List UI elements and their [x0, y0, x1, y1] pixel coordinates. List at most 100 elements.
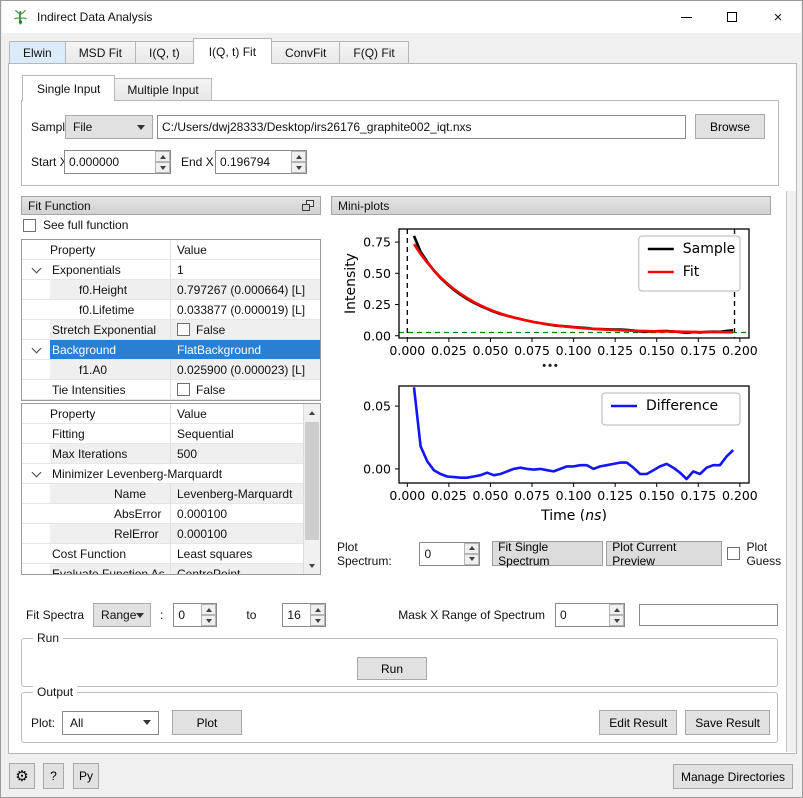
value-checkbox[interactable] — [177, 383, 190, 396]
tab-msd-fit[interactable]: MSD Fit — [66, 41, 136, 64]
table-row[interactable]: Max Iterations 500 — [22, 444, 303, 464]
plot-splitter-handle[interactable]: ••• — [331, 360, 771, 372]
fit-preview-plot[interactable]: 0.0000.0250.0500.0750.1000.1250.1500.175… — [337, 222, 771, 358]
svg-text:Intensity: Intensity — [343, 253, 359, 314]
table-row[interactable]: f0.Height 0.797267 (0.000664) [L] — [22, 280, 320, 300]
table-row[interactable]: RelError 0.000100 — [22, 524, 303, 544]
scroll-up-icon[interactable] — [304, 404, 320, 421]
table-row[interactable]: Cost Function Least squares — [22, 544, 303, 564]
table-row[interactable]: Tie Intensities False — [22, 380, 320, 400]
spin-down-icon[interactable] — [609, 615, 624, 626]
svg-text:0.05: 0.05 — [363, 399, 391, 414]
table-row-selected[interactable]: Background FlatBackground — [22, 340, 320, 360]
mask-spectrum-spinbox[interactable]: 0 — [555, 603, 625, 627]
plot-spectrum-spinbox[interactable]: 0 — [419, 542, 480, 566]
fit-single-spectrum-button[interactable]: Fit Single Spectrum — [492, 541, 603, 566]
fit-spectra-mode-combo[interactable]: Range — [93, 603, 151, 627]
plot-current-preview-button[interactable]: Plot Current Preview — [606, 541, 722, 566]
maximize-button[interactable] — [709, 1, 755, 33]
python-export-button[interactable]: Py — [73, 763, 99, 789]
table-row[interactable]: Stretch Exponential False — [22, 320, 320, 340]
browse-button[interactable]: Browse — [695, 114, 765, 139]
mini-plots-header: Mini-plots — [331, 196, 771, 215]
table-row[interactable]: Evaluate Function As CentrePoint — [22, 564, 303, 574]
fit-settings-table: Property Value Fitting Sequential Max It… — [21, 403, 321, 575]
tab-iqt-fit[interactable]: I(Q, t) Fit — [193, 38, 272, 64]
start-x-spinbox[interactable]: 0.000000 — [64, 150, 171, 174]
manage-directories-button[interactable]: Manage Directories — [673, 764, 793, 789]
svg-text:0.00: 0.00 — [363, 328, 391, 343]
value-checkbox[interactable] — [177, 323, 190, 336]
chevron-expanded-icon[interactable] — [31, 263, 41, 273]
float-dock-icon[interactable] — [302, 200, 314, 211]
table-row[interactable]: AbsError 0.000100 — [22, 504, 303, 524]
spin-down-icon[interactable] — [201, 615, 216, 626]
run-group-label: Run — [33, 631, 63, 645]
svg-text:Fit: Fit — [683, 264, 700, 280]
fit-spectra-mode-value: Range — [101, 608, 136, 622]
plot-guess-checkbox[interactable] — [727, 547, 740, 560]
spin-down-icon[interactable] — [291, 162, 306, 173]
spin-down-icon[interactable] — [155, 162, 170, 173]
plot-guess-label: Plot Guess — [746, 540, 802, 568]
svg-text:0.075: 0.075 — [514, 488, 550, 503]
close-button[interactable]: × — [755, 1, 801, 33]
see-full-function-checkbox[interactable] — [23, 219, 36, 232]
svg-text:Sample: Sample — [683, 241, 736, 257]
svg-text:0.075: 0.075 — [514, 343, 550, 358]
spectra-from-value: 0 — [174, 604, 201, 626]
spin-up-icon[interactable] — [201, 604, 216, 615]
svg-text:0.50: 0.50 — [363, 266, 391, 281]
mantid-logo-icon — [12, 9, 29, 26]
output-plot-combo[interactable]: All — [62, 711, 159, 735]
table-row[interactable]: Name Levenberg-Marquardt — [22, 484, 303, 504]
sample-type-combo[interactable]: File — [65, 115, 153, 139]
tab-single-input[interactable]: Single Input — [22, 75, 115, 101]
table-row[interactable]: Fitting Sequential — [22, 424, 303, 444]
scroll-down-icon[interactable] — [304, 557, 320, 574]
plot-button[interactable]: Plot — [172, 710, 242, 735]
save-result-button[interactable]: Save Result — [685, 710, 770, 735]
minimize-button[interactable] — [663, 1, 709, 33]
mask-range-input[interactable] — [639, 604, 778, 626]
sample-path-input[interactable]: C:/Users/dwj28333/Desktop/irs26176_graph… — [157, 115, 686, 139]
spin-up-icon[interactable] — [464, 543, 479, 554]
spin-up-icon[interactable] — [155, 151, 170, 162]
run-button[interactable]: Run — [357, 657, 427, 680]
svg-text:Time (ns): Time (ns) — [540, 508, 607, 521]
tab-elwin[interactable]: Elwin — [9, 41, 66, 64]
svg-text:0.000: 0.000 — [389, 488, 425, 503]
difference-plot[interactable]: 0.0000.0250.0500.0750.1000.1250.1500.175… — [337, 377, 771, 521]
table-row[interactable]: f1.A0 0.025900 (0.000023) [L] — [22, 360, 320, 380]
table-scrollbar[interactable] — [303, 404, 320, 574]
tab-iqt[interactable]: I(Q, t) — [136, 41, 194, 64]
spin-up-icon[interactable] — [310, 604, 325, 615]
vertical-scrollbar[interactable] — [786, 191, 796, 752]
end-x-spinbox[interactable]: 0.196794 — [215, 150, 307, 174]
chevron-expanded-icon[interactable] — [31, 343, 41, 353]
output-group-label: Output — [33, 685, 77, 699]
svg-text:0.25: 0.25 — [363, 297, 391, 312]
spectra-to-spinbox[interactable]: 16 — [282, 603, 326, 627]
help-button[interactable]: ? — [43, 763, 64, 789]
chevron-expanded-icon[interactable] — [31, 467, 41, 477]
settings-button[interactable]: ⚙ — [9, 763, 35, 789]
spin-down-icon[interactable] — [464, 554, 479, 565]
to-label: to — [246, 608, 256, 622]
tab-fq-fit[interactable]: F(Q) Fit — [340, 41, 408, 64]
svg-text:0.125: 0.125 — [597, 488, 633, 503]
tab-convfit[interactable]: ConvFit — [272, 41, 340, 64]
table-row[interactable]: Exponentials 1 — [22, 260, 320, 280]
tab-multiple-input[interactable]: Multiple Input — [115, 78, 211, 101]
output-plot-value: All — [70, 716, 83, 730]
table-row[interactable]: f0.Lifetime 0.033877 (0.000019) [L] — [22, 300, 320, 320]
table-row[interactable]: Minimizer Levenberg-Marquardt — [22, 464, 303, 484]
edit-result-button[interactable]: Edit Result — [599, 710, 677, 735]
spin-down-icon[interactable] — [310, 615, 325, 626]
scrollbar-thumb[interactable] — [305, 422, 319, 540]
main-tab-bar: Elwin MSD Fit I(Q, t) I(Q, t) Fit ConvFi… — [9, 38, 409, 64]
spectra-from-spinbox[interactable]: 0 — [173, 603, 217, 627]
spin-up-icon[interactable] — [291, 151, 306, 162]
input-tab-bar: Single Input Multiple Input — [22, 75, 212, 101]
spin-up-icon[interactable] — [609, 604, 624, 615]
